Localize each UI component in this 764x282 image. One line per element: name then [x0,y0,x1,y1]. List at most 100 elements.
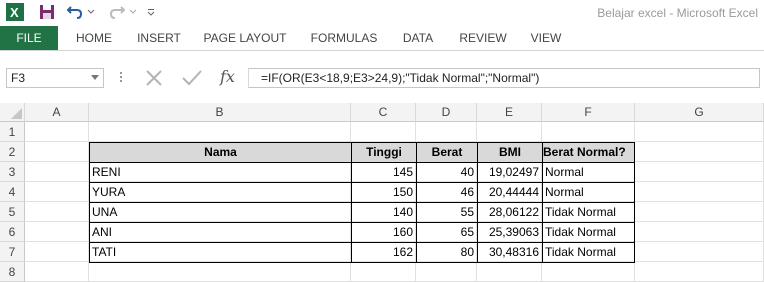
grid-cell[interactable] [635,242,764,262]
table-cell[interactable]: 25,39063 [477,222,543,243]
excel-logo-icon: X [6,3,24,21]
tab-formulas[interactable]: FORMULAS [306,26,382,50]
name-box-value: F3 [11,71,26,85]
table-cell[interactable]: 162 [351,242,417,263]
select-all-button[interactable] [0,103,25,122]
customize-toolbar-icon[interactable] [146,3,156,21]
grid-cell[interactable] [635,122,764,142]
ribbon-tabs: FILE HOME INSERT PAGE LAYOUT FORMULAS DA… [0,26,764,50]
row-header-4[interactable]: 4 [0,182,25,202]
grid-cell[interactable] [25,182,89,202]
header-berat[interactable]: Berat [416,142,478,163]
save-icon[interactable] [38,3,56,21]
table-cell[interactable]: Normal [542,182,635,203]
grid-cell[interactable] [477,122,542,142]
table-cell[interactable]: 30,48316 [477,242,543,263]
redo-dropdown-icon[interactable] [128,3,138,21]
quick-access-toolbar: X Belajar excel - Microsoft Excel [0,0,764,26]
name-box[interactable]: F3 [6,68,104,88]
column-header-e[interactable]: E [477,103,542,122]
grid-cell[interactable] [25,242,89,262]
table-cell[interactable]: 20,44444 [477,182,543,203]
formula-bar-grip[interactable] [120,70,123,86]
tab-data[interactable]: DATA [394,26,442,50]
table-cell[interactable]: 160 [351,222,417,243]
table-cell[interactable]: 28,06122 [477,202,543,223]
tab-view[interactable]: VIEW [524,26,568,50]
table-cell[interactable]: RENI [89,162,352,183]
grid-cell[interactable] [25,162,89,182]
table-cell[interactable]: 40 [416,162,478,183]
tab-file[interactable]: FILE [0,26,58,50]
header-tinggi[interactable]: Tinggi [351,142,417,163]
tab-page-layout[interactable]: PAGE LAYOUT [198,26,292,50]
svg-text:X: X [10,5,19,20]
grid-cell[interactable] [542,262,635,282]
row-header-1[interactable]: 1 [0,122,25,142]
grid-cell[interactable] [635,222,764,242]
column-header-b[interactable]: B [89,103,351,122]
insert-function-button[interactable]: fx [220,68,235,86]
table-cell-selected[interactable]: Normal [542,162,635,183]
cancel-icon[interactable] [146,70,162,86]
tab-insert[interactable]: INSERT [132,26,186,50]
table-cell[interactable]: 19,02497 [477,162,543,183]
grid-cell[interactable] [635,142,764,162]
table-cell[interactable]: YURA [89,182,352,203]
grid-cell[interactable] [25,222,89,242]
formula-input[interactable]: =IF(OR(E3<18,9;E3>24,9);"Tidak Normal";"… [248,68,760,88]
row-header-2[interactable]: 2 [0,142,25,162]
row-header-5[interactable]: 5 [0,202,25,222]
table-cell[interactable]: ANI [89,222,352,243]
grid-cell[interactable] [351,122,416,142]
grid-cell[interactable] [635,262,764,282]
table-cell[interactable]: 80 [416,242,478,263]
column-header-a[interactable]: A [25,103,89,122]
name-box-dropdown-icon[interactable] [91,75,99,80]
column-header-c[interactable]: C [351,103,416,122]
grid-cell[interactable] [477,262,542,282]
grid-cell[interactable] [25,262,89,282]
column-header-f[interactable]: F [542,103,635,122]
table-cell[interactable]: 55 [416,202,478,223]
undo-icon[interactable] [66,3,84,21]
grid-cell[interactable] [25,142,89,162]
grid-cell[interactable] [635,202,764,222]
grid-cell[interactable] [25,202,89,222]
grid-cell[interactable] [351,262,416,282]
grid-cell[interactable] [416,262,477,282]
table-cell[interactable]: 140 [351,202,417,223]
table-cell[interactable]: TATI [89,242,352,263]
row-header-8[interactable]: 8 [0,262,25,282]
table-cell[interactable]: Tidak Normal [542,222,635,243]
enter-icon[interactable] [182,70,202,86]
column-header-d[interactable]: D [416,103,477,122]
grid-cell[interactable] [89,122,351,142]
formula-bar-buttons: fx [136,68,248,88]
grid-cell[interactable] [25,122,89,142]
undo-dropdown-icon[interactable] [86,3,96,21]
table-cell[interactable]: 46 [416,182,478,203]
grid-cell[interactable] [635,182,764,202]
tab-review[interactable]: REVIEW [454,26,512,50]
table-cell[interactable]: Tidak Normal [542,202,635,223]
header-nama[interactable]: Nama [89,142,352,163]
row-header-3[interactable]: 3 [0,162,25,182]
grid-cell[interactable] [635,162,764,182]
grid-cell[interactable] [416,122,477,142]
table-cell[interactable]: 145 [351,162,417,183]
grid-cell[interactable] [89,262,351,282]
column-header-g[interactable]: G [635,103,764,122]
table-cell[interactable]: Tidak Normal [542,242,635,263]
table-cell[interactable]: UNA [89,202,352,223]
redo-icon[interactable] [108,3,126,21]
table-cell[interactable]: 150 [351,182,417,203]
row-header-6[interactable]: 6 [0,222,25,242]
row-header-7[interactable]: 7 [0,242,25,262]
tab-home[interactable]: HOME [68,26,120,50]
header-bmi[interactable]: BMI [477,142,543,163]
window-title: Belajar excel - Microsoft Excel [597,6,758,20]
header-berat-normal[interactable]: Berat Normal? [542,142,635,163]
table-cell[interactable]: 65 [416,222,478,243]
grid-cell[interactable] [542,122,635,142]
